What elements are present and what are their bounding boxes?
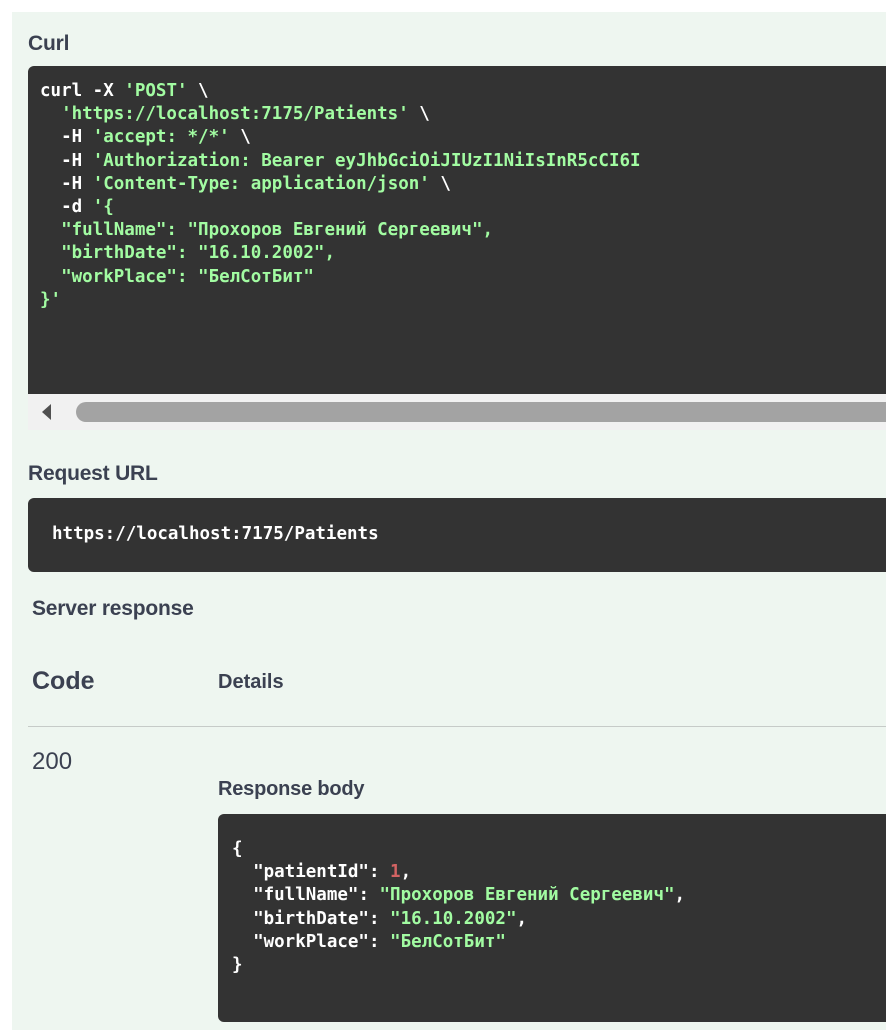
response-body-token: : [368,862,391,883]
response-body-token: 1 [390,862,401,883]
response-body-line: "patientId": 1, [232,861,685,884]
response-body-line: "birthDate": "16.10.2002", [232,908,685,931]
curl-code-line: "fullName": "Прохоров Евгений Сергеевич"… [40,219,641,242]
curl-code-token: curl -X [40,81,125,101]
curl-code-token: 'Authorization: Bearer eyJhbGciOiJIUzI1N… [92,150,641,171]
response-body-lines: { "patientId": 1, "fullName": "Прохоров … [232,838,685,977]
curl-code-token: "birthDate": "16.10.2002", [40,243,336,264]
table-header-divider [28,726,886,727]
response-body-token: , [674,885,686,906]
response-body-label: Response body [218,778,365,800]
curl-code-token: \ [429,173,451,194]
curl-label: Curl [28,32,70,55]
status-code-value: 200 [32,748,73,775]
response-body-token: , [516,908,528,929]
response-body-line: } [232,954,685,977]
scrollbar-thumb[interactable] [76,402,886,422]
curl-code-token: 'POST' [124,81,188,101]
response-body-line: "fullName": "Прохоров Евгений Сергеевич"… [232,884,685,907]
server-response-label: Server response [32,597,194,620]
response-body-token: : [368,908,391,929]
response-body-token: "birthDate" [232,908,369,929]
scroll-left-arrow-icon[interactable] [42,404,51,420]
curl-code-line: curl -X 'POST' \ [40,80,641,103]
curl-code-token: -H [40,127,93,148]
request-url-label: Request URL [28,462,158,485]
curl-code-token: "workPlace": "БелСотБит" [40,266,314,287]
curl-code-lines: curl -X 'POST' \ 'https://localhost:7175… [40,80,641,312]
code-column-header: Code [32,667,95,695]
curl-code-token: -H [40,150,93,171]
request-url-block[interactable]: https://localhost:7175/Patients [28,498,886,572]
details-column-header: Details [218,671,284,693]
curl-code-token: -d [40,196,93,217]
curl-code-block[interactable]: curl -X 'POST' \ 'https://localhost:7175… [28,66,886,394]
curl-code-token: '{ [92,196,114,217]
curl-code-line: -H 'accept: */*' \ [40,126,641,149]
curl-horizontal-scrollbar[interactable] [28,394,886,430]
response-body-token: "Прохоров Евгений Сергеевич" [379,885,675,906]
curl-code-token: \ [187,81,209,101]
curl-code-line: 'https://localhost:7175/Patients' \ [40,103,641,126]
curl-code-token: }' [40,289,62,310]
response-body-token: } [232,954,243,975]
curl-code-line: "workPlace": "БелСотБит" [40,266,641,289]
response-body-block[interactable]: { "patientId": 1, "fullName": "Прохоров … [218,814,886,1022]
response-body-token: , [400,862,412,883]
curl-code-token: -H [40,173,93,194]
response-body-token: "workPlace" [232,931,369,952]
curl-code-token: 'accept: */*' [92,127,230,148]
request-url-value: https://localhost:7175/Patients [52,524,379,544]
curl-code-line: -H 'Authorization: Bearer eyJhbGciOiJIUz… [40,150,641,173]
response-body-line: "workPlace": "БелСотБит" [232,931,685,954]
response-body-token: "16.10.2002" [390,908,517,929]
response-body-token: : [368,931,391,952]
response-body-token: { [232,839,243,859]
curl-code-token: \ [408,104,430,125]
curl-code-token: "fullName": "Прохоров Евгений Сергеевич"… [40,220,494,241]
response-body-token: "БелСотБит" [390,931,506,952]
response-body-token: "fullName" [232,885,359,906]
curl-code-token: 'https://localhost:7175/Patients' [40,104,409,125]
response-body-line: { [232,838,685,861]
curl-code-line: }' [40,289,641,312]
response-body-token: : [358,885,380,906]
response-body-token: "patientId" [232,862,369,883]
curl-code-line: "birthDate": "16.10.2002", [40,242,641,265]
curl-code-token: \ [229,127,251,148]
curl-code-line: -H 'Content-Type: application/json' \ [40,173,641,196]
curl-code-line: -d '{ [40,196,641,219]
curl-code-token: 'Content-Type: application/json' [92,173,430,194]
